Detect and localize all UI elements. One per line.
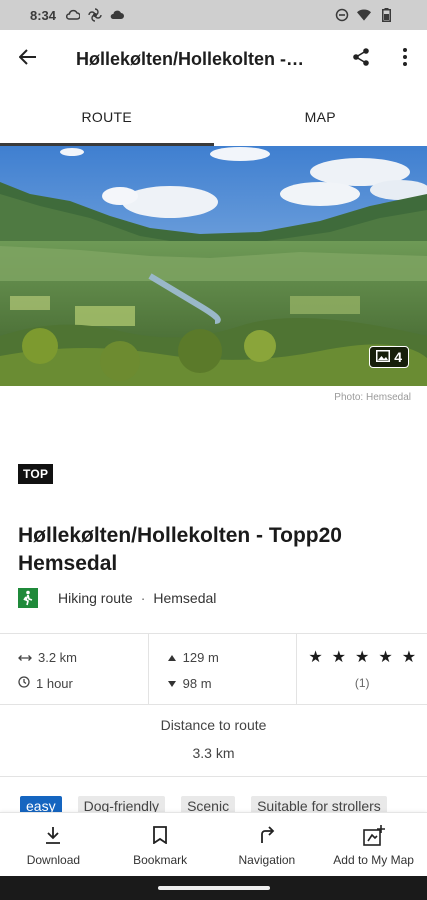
fan-icon xyxy=(88,8,102,22)
bookmark-button[interactable]: Bookmark xyxy=(107,813,214,876)
descent-icon xyxy=(167,676,177,691)
app-bar: Høllekølten/Hollekolten -… xyxy=(0,30,427,88)
add-to-my-map-label: Add to My Map xyxy=(333,852,414,867)
add-to-my-map-button[interactable]: Add to My Map xyxy=(320,813,427,876)
clock-icon xyxy=(18,675,30,691)
share-icon xyxy=(351,47,371,72)
system-navigation-bar xyxy=(0,876,427,900)
bookmark-label: Bookmark xyxy=(133,852,188,867)
cloud-icon xyxy=(110,8,125,22)
star-icon: ★ xyxy=(378,649,393,666)
top-badge: TOP xyxy=(18,464,54,484)
photo-gallery-button[interactable]: 4 xyxy=(369,346,409,368)
image-icon xyxy=(376,349,391,365)
add-to-map-icon xyxy=(362,823,386,847)
route-ascent: 129 m xyxy=(182,649,219,665)
download-button[interactable]: Download xyxy=(0,813,107,876)
battery-icon xyxy=(379,8,393,22)
distance-to-route-label: Distance to route xyxy=(160,717,267,733)
rating-stars: ★ ★ ★ ★ ★ xyxy=(297,644,427,670)
download-icon xyxy=(41,823,65,847)
tab-route[interactable]: ROUTE xyxy=(0,88,214,146)
back-button[interactable] xyxy=(0,30,56,88)
hero-photo[interactable]: 4 xyxy=(0,146,427,386)
arrow-back-icon xyxy=(18,48,37,70)
route-descent: 98 m xyxy=(182,675,212,691)
distance-to-route: Distance to route 3.3 km xyxy=(0,705,427,777)
turn-right-icon xyxy=(255,823,279,847)
more-options-button[interactable] xyxy=(383,30,427,88)
photo-count: 4 xyxy=(394,349,402,365)
route-meta: Hiking route · Hemsedal xyxy=(18,588,216,608)
hiking-icon xyxy=(18,588,38,608)
cloud-sync-icon xyxy=(66,8,81,22)
star-icon: ★ xyxy=(401,649,417,666)
star-icon: ★ xyxy=(355,649,370,666)
do-not-disturb-icon xyxy=(335,8,349,22)
more-vert-icon xyxy=(403,47,407,71)
bottom-action-bar: Download Bookmark Navigation Add to My M… xyxy=(0,812,427,876)
meta-separator: · xyxy=(140,590,146,606)
tab-bar: ROUTE MAP xyxy=(0,88,427,146)
share-button[interactable] xyxy=(339,30,383,88)
route-duration: 1 hour xyxy=(36,675,73,691)
home-handle[interactable] xyxy=(157,886,270,890)
length-duration-stats: 3.2 km 1 hour xyxy=(0,634,149,704)
route-stats: 3.2 km 1 hour 129 m 98 m ★ ★ ★ ★ ★ (1) xyxy=(0,633,427,705)
elevation-stats: 129 m 98 m xyxy=(149,634,298,704)
photo-credit: Photo: Hemsedal xyxy=(334,392,411,403)
rating[interactable]: ★ ★ ★ ★ ★ (1) xyxy=(297,634,427,704)
distance-to-route-value: 3.3 km xyxy=(192,745,235,761)
page-title: Høllekølten/Hollekolten -… xyxy=(76,48,305,69)
distance-icon xyxy=(18,650,32,665)
route-length: 3.2 km xyxy=(38,649,78,665)
navigation-label: Navigation xyxy=(238,852,296,867)
route-type: Hiking route xyxy=(58,590,133,606)
download-label: Download xyxy=(26,852,81,867)
status-time: 8:34 xyxy=(30,7,57,23)
star-icon: ★ xyxy=(308,649,323,666)
wifi-icon xyxy=(357,8,371,22)
status-bar: 8:34 xyxy=(0,0,427,30)
route-region: Hemsedal xyxy=(153,590,217,606)
rating-count: (1) xyxy=(354,676,370,690)
ascent-icon xyxy=(167,650,177,665)
bookmark-icon xyxy=(148,823,172,847)
landscape-photo xyxy=(0,146,427,386)
navigation-button[interactable]: Navigation xyxy=(214,813,321,876)
star-icon: ★ xyxy=(331,649,346,666)
route-title: Høllekølten/Hollekolten - Topp20 Hemseda… xyxy=(18,524,342,575)
tab-map[interactable]: MAP xyxy=(214,88,427,146)
